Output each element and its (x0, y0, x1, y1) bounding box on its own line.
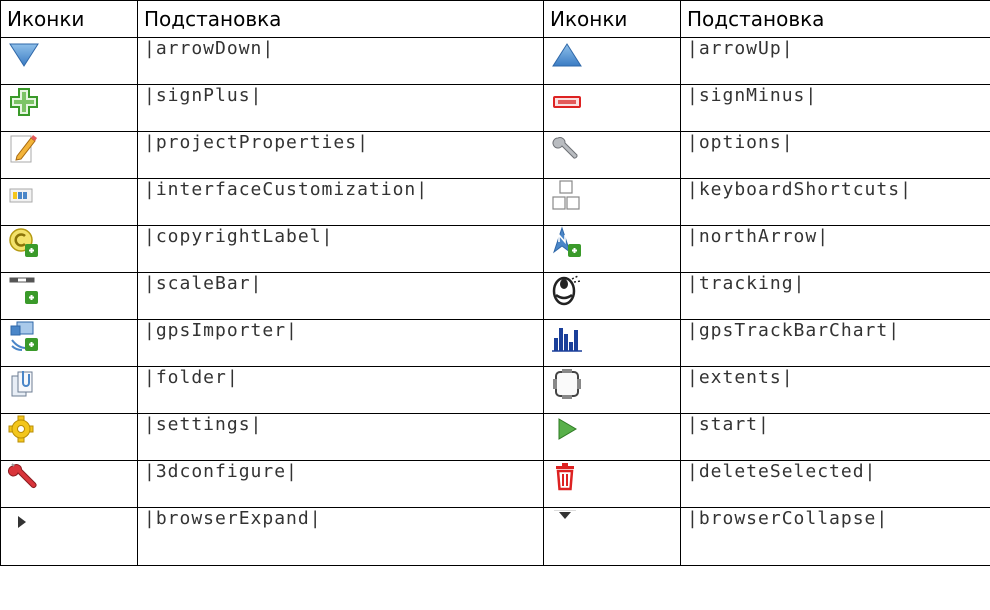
gps-track-bar-chart-icon (552, 328, 582, 352)
substitution-code: |interfaceCustomization| (137, 178, 544, 226)
scale-bar-icon (9, 277, 38, 304)
header-icons-left: Иконки (0, 0, 138, 38)
sign-plus-icon (10, 88, 38, 116)
sign-minus-icon (553, 96, 581, 108)
gps-importer-icon (10, 321, 38, 351)
header-substitution-left: Подстановка (137, 0, 544, 38)
table-row: |browserExpand| |browserCollapse| (0, 507, 990, 566)
substitution-code: |signPlus| (137, 84, 544, 132)
delete-selected-icon (556, 463, 574, 491)
icon-cell (0, 413, 138, 461)
icon-cell (543, 507, 681, 566)
substitution-code: |3dconfigure| (137, 460, 544, 508)
north-arrow-icon (553, 226, 581, 257)
table-row: |scaleBar| |tracking| (0, 272, 990, 320)
icon-cell (0, 131, 138, 179)
icon-cell (0, 37, 138, 85)
icon-cell (543, 225, 681, 273)
icon-cell (0, 366, 138, 414)
extents-icon (553, 369, 581, 399)
table-row: |gpsImporter| |gpsTrackBarChart| (0, 319, 990, 367)
arrow-down-icon (9, 43, 39, 67)
icon-cell (543, 37, 681, 85)
icon-cell (543, 319, 681, 367)
table-row: |signPlus| |signMinus| (0, 84, 990, 132)
table-row: |settings| |start| (0, 413, 990, 461)
icon-cell (0, 319, 138, 367)
project-properties-icon (10, 135, 37, 163)
table-row: |copyrightLabel| |northArrow| (0, 225, 990, 273)
substitution-code: |deleteSelected| (680, 460, 990, 508)
substitution-code: |browserExpand| (137, 507, 544, 566)
icon-cell (543, 84, 681, 132)
keyboard-shortcuts-icon (552, 180, 580, 210)
substitution-code: |northArrow| (680, 225, 990, 273)
table-header-row: Иконки Подстановка Иконки Подстановка (0, 0, 990, 38)
icon-cell (0, 178, 138, 226)
substitution-code: |folder| (137, 366, 544, 414)
substitution-code: |keyboardShortcuts| (680, 178, 990, 226)
folder-icon (11, 371, 33, 397)
table-row: |folder| |extents| (0, 366, 990, 414)
substitution-code: |signMinus| (680, 84, 990, 132)
icon-cell (543, 460, 681, 508)
substitution-code: |gpsImporter| (137, 319, 544, 367)
substitution-code: |browserCollapse| (680, 507, 990, 566)
table-row: |arrowDown| |arrowUp| (0, 37, 990, 85)
substitution-code: |settings| (137, 413, 544, 461)
substitution-code: |projectProperties| (137, 131, 544, 179)
browser-collapse-icon (554, 510, 576, 519)
icon-cell (543, 131, 681, 179)
substitution-code: |options| (680, 131, 990, 179)
table-row: |projectProperties| |options| (0, 131, 990, 179)
substitution-code: |start| (680, 413, 990, 461)
icon-cell (0, 460, 138, 508)
icon-cell (0, 272, 138, 320)
substitution-code: |extents| (680, 366, 990, 414)
icon-cell (543, 413, 681, 461)
interface-customization-icon (9, 188, 33, 203)
table-row: |interfaceCustomization| |keyboardShortc… (0, 178, 990, 226)
options-icon (552, 137, 578, 159)
3d-configure-icon (7, 463, 37, 488)
icon-cell (543, 178, 681, 226)
substitution-code: |arrowDown| (137, 37, 544, 85)
start-icon (558, 418, 577, 440)
icon-cell (0, 84, 138, 132)
tracking-icon (552, 275, 582, 306)
icon-cell (543, 366, 681, 414)
table-row: |3dconfigure| |deleteSelected| (0, 460, 990, 508)
icon-cell (543, 272, 681, 320)
substitution-code: |arrowUp| (680, 37, 990, 85)
browser-expand-icon (18, 516, 26, 528)
substitution-code: |copyrightLabel| (137, 225, 544, 273)
substitution-code: |tracking| (680, 272, 990, 320)
substitution-code: |scaleBar| (137, 272, 544, 320)
icon-cell (0, 225, 138, 273)
icon-substitution-table: Иконки Подстановка Иконки Подстановка |a… (0, 0, 990, 566)
header-substitution-right: Подстановка (680, 0, 990, 38)
icon-cell (0, 507, 138, 566)
copyright-label-icon (9, 228, 38, 257)
substitution-code: |gpsTrackBarChart| (680, 319, 990, 367)
arrow-up-icon (552, 43, 582, 67)
header-icons-right: Иконки (543, 0, 681, 38)
settings-icon (8, 415, 34, 443)
